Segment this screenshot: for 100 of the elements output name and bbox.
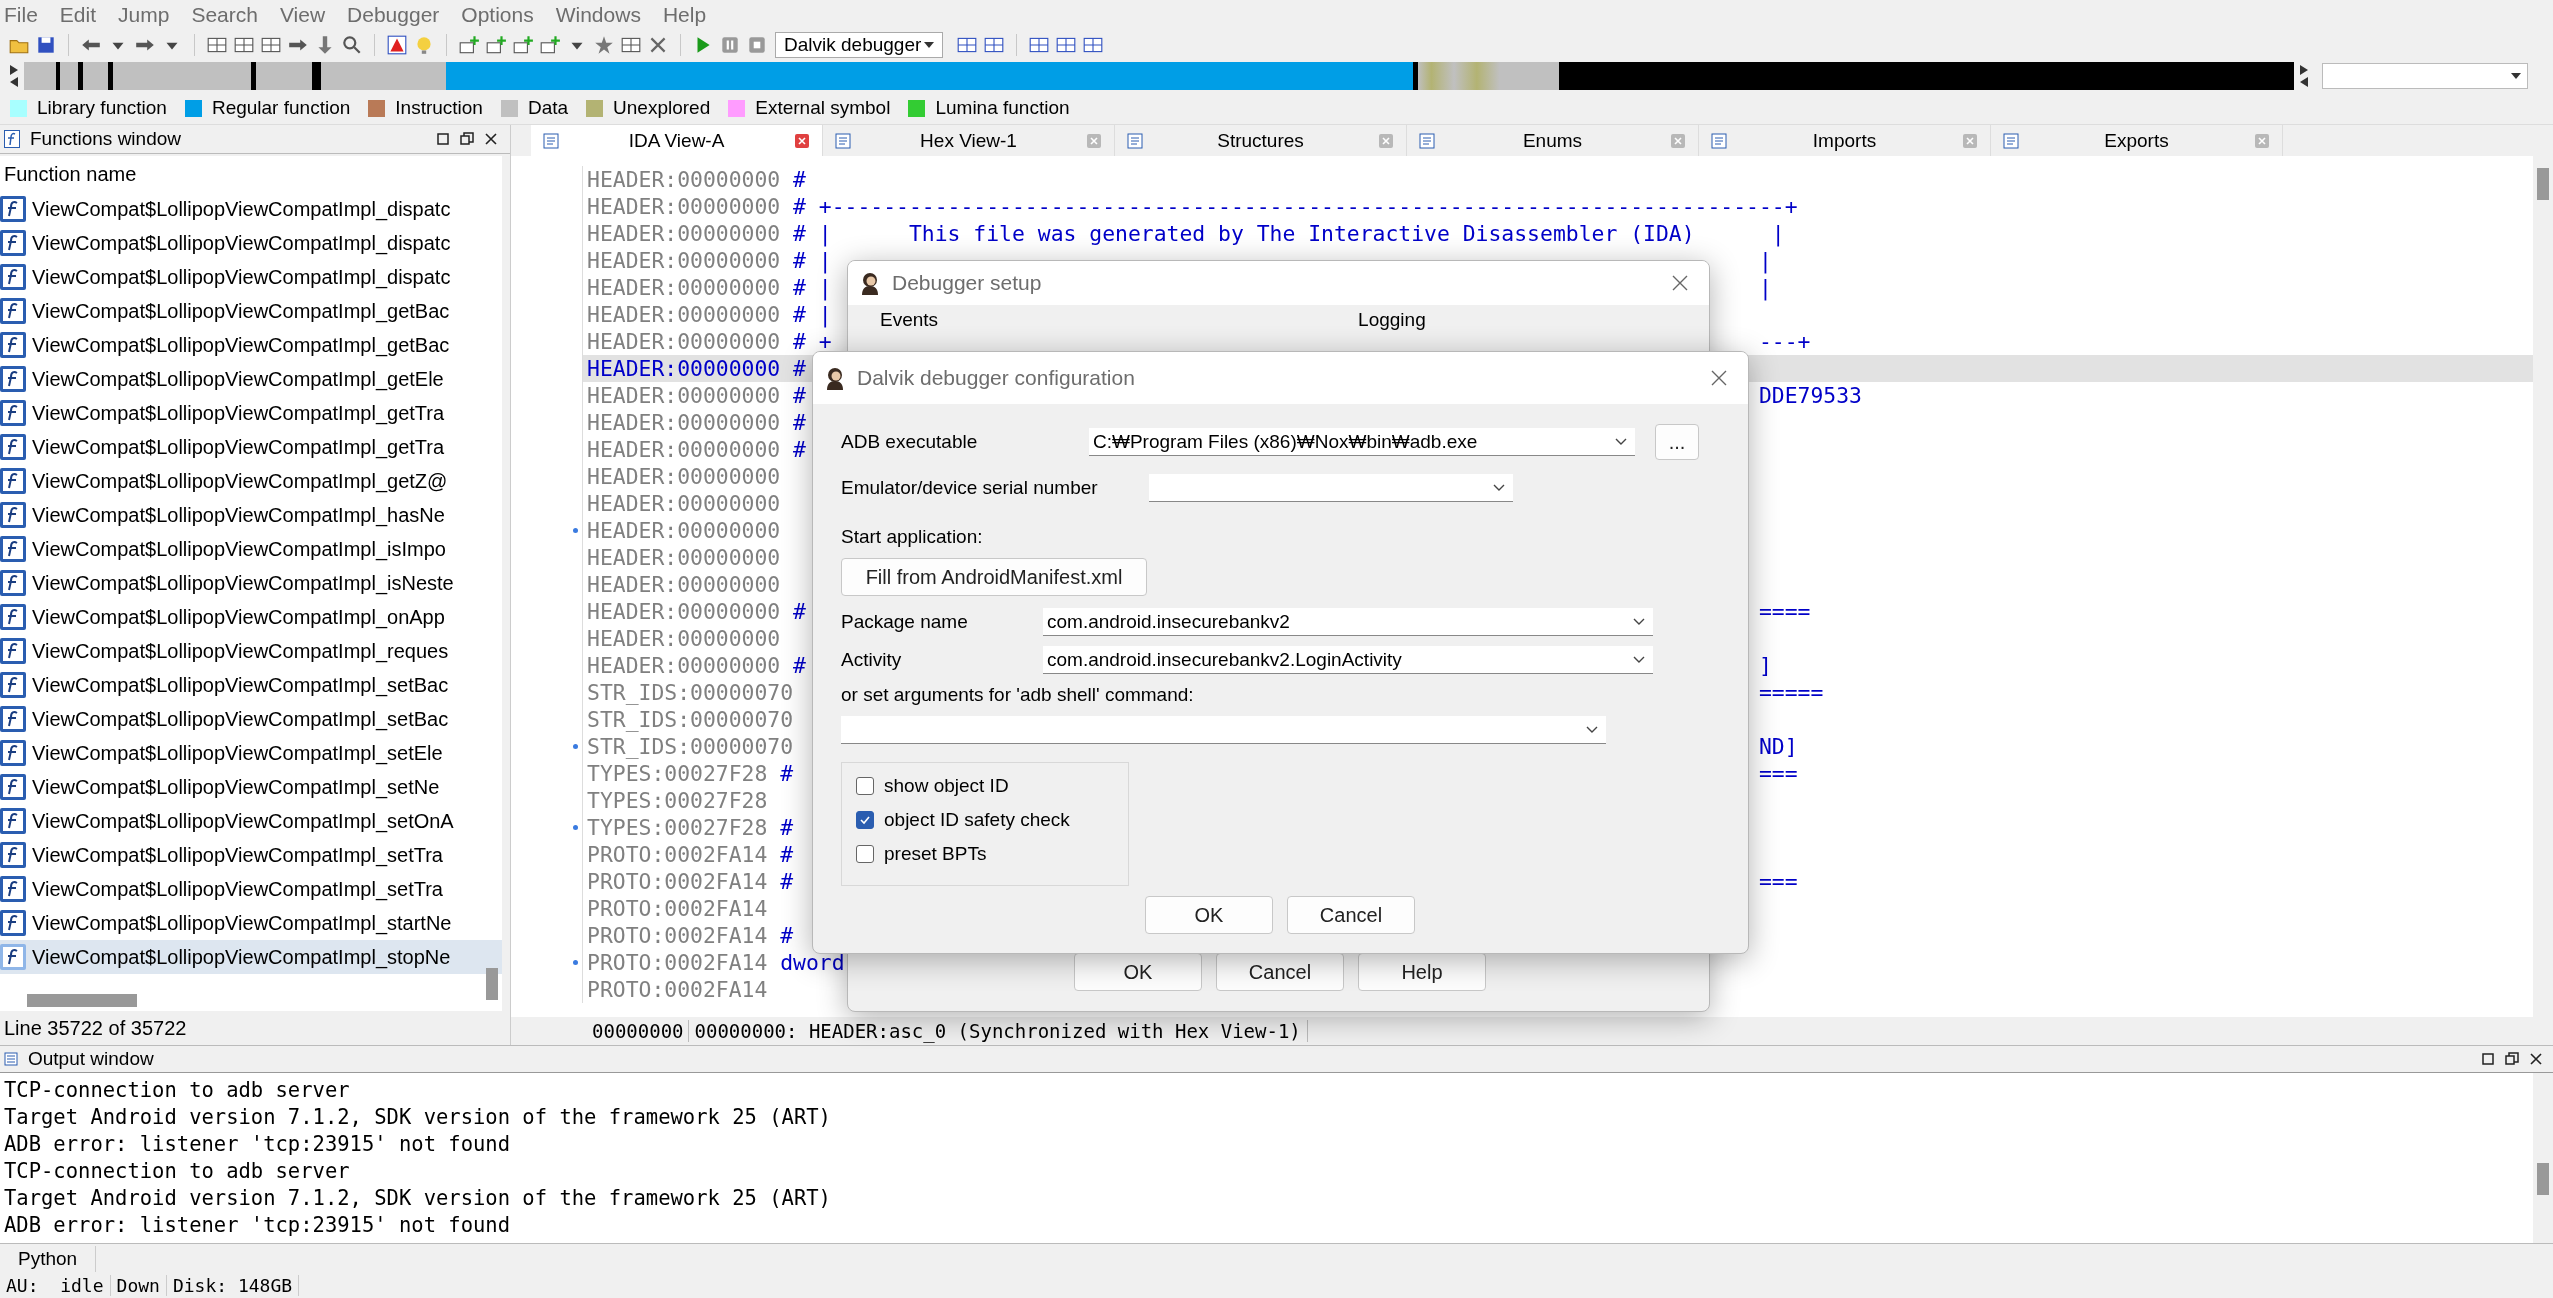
maximize-icon[interactable] [436,132,450,146]
address-text[interactable]: HEADER:00000000 [587,221,781,246]
activity-dropdown[interactable]: com.android.insecurebankv2.LoginActivity [1043,646,1653,674]
serial-dropdown[interactable] [1149,474,1513,502]
function-row[interactable]: ViewCompat$LollipopViewCompatImpl_setTra [0,872,502,906]
menu-item[interactable]: Edit [59,3,97,27]
address-text[interactable]: HEADER:00000000 [587,572,781,597]
debugger-dropdown[interactable]: Dalvik debugger [775,32,943,58]
scroll-arrows-icon[interactable] [8,63,20,89]
address-text[interactable]: TYPES:00027F28 [587,788,768,813]
address-text[interactable]: TYPES:00027F28 [587,761,768,786]
dialog-button[interactable]: OK [1074,953,1202,991]
dialog-button[interactable]: Cancel [1216,953,1344,991]
maximize-icon[interactable] [2481,1052,2495,1066]
stop-icon[interactable] [746,34,768,56]
column-header[interactable]: Function name [0,156,502,192]
address-text[interactable]: HEADER:00000000 [587,275,781,300]
address-text[interactable]: HEADER:00000000 [587,626,781,651]
function-row[interactable]: ViewCompat$LollipopViewCompatImpl_dispatc [0,226,502,260]
dialog-button[interactable]: Cancel [1287,896,1415,934]
menu-item[interactable]: Windows [555,3,641,27]
menu-item[interactable]: Options [461,3,534,27]
menu-item[interactable]: Jump [118,3,170,27]
address-text[interactable]: HEADER:00000000 [587,518,781,543]
address-text[interactable]: PROTO:0002FA14 [587,923,768,948]
function-row[interactable]: ViewCompat$LollipopViewCompatImpl_stopNe [0,940,502,974]
address-text[interactable]: STR_IDS:00000070 [587,734,794,759]
menu-item[interactable]: Debugger [347,3,440,27]
function-row[interactable]: ViewCompat$LollipopViewCompatImpl_hasNe [0,498,502,532]
checkbox[interactable] [856,777,874,795]
function-row[interactable]: ViewCompat$LollipopViewCompatImpl_setTra [0,838,502,872]
function-row[interactable]: ViewCompat$LollipopViewCompatImpl_onApp [0,600,502,634]
address-text[interactable]: TYPES:00027F28 [587,815,768,840]
address-text[interactable]: HEADER:00000000 [587,383,781,408]
adb-path-dropdown[interactable]: C:₩Program Files (x86)₩Nox₩bin₩adb.exe [1089,428,1635,456]
function-row[interactable]: ViewCompat$LollipopViewCompatImpl_setBac [0,668,502,702]
pause-icon[interactable] [719,34,741,56]
view-tab[interactable]: IDA View-A [531,125,823,156]
address-text[interactable]: HEADER:00000000 [587,356,781,381]
function-row[interactable]: ViewCompat$LollipopViewCompatImpl_startNe [0,906,502,940]
function-row[interactable]: ViewCompat$LollipopViewCompatImpl_isImpo [0,532,502,566]
address-text[interactable]: HEADER:00000000 [587,599,781,624]
scrollbar-thumb[interactable] [27,994,137,1007]
restore-icon[interactable] [460,132,474,146]
menu-item[interactable]: File [4,3,38,27]
address-text[interactable]: PROTO:0002FA14 [587,950,768,975]
menu-item[interactable]: View [279,3,326,27]
address-text[interactable]: HEADER:00000000 [587,248,781,273]
function-row[interactable]: ViewCompat$LollipopViewCompatImpl_setEle [0,736,502,770]
function-row[interactable]: ViewCompat$LollipopViewCompatImpl_setBac [0,702,502,736]
add-icon[interactable] [539,34,561,56]
address-text[interactable]: PROTO:0002FA14 [587,977,768,1002]
function-row[interactable]: ViewCompat$LollipopViewCompatImpl_getTra [0,430,502,464]
function-row[interactable]: ViewCompat$LollipopViewCompatImpl_getTra [0,396,502,430]
package-dropdown[interactable]: com.android.insecurebankv2 [1043,608,1653,636]
address-text[interactable]: HEADER:00000000 [587,464,781,489]
checkbox[interactable] [856,811,874,829]
address-text[interactable]: PROTO:0002FA14 [587,896,768,921]
address-text[interactable]: HEADER:00000000 [587,302,781,327]
warning-icon[interactable] [386,34,408,56]
scrollbar-thumb[interactable] [2537,168,2549,200]
function-row[interactable]: ViewCompat$LollipopViewCompatImpl_getEle [0,362,502,396]
close-icon[interactable] [484,132,498,146]
menu-item[interactable]: Search [191,3,258,27]
checkbox[interactable] [856,845,874,863]
fill-button[interactable]: Fill from AndroidManifest.xml [841,558,1147,596]
arguments-dropdown[interactable] [841,716,1606,744]
address-text[interactable]: STR_IDS:00000070 [587,707,794,732]
address-text[interactable]: HEADER:00000000 [587,437,781,462]
function-row[interactable]: ViewCompat$LollipopViewCompatImpl_dispatc [0,260,502,294]
address-text[interactable]: STR_IDS:00000070 [587,680,794,705]
address-text[interactable]: HEADER:00000000 [587,410,781,435]
scrollbar-thumb[interactable] [2537,1163,2549,1195]
address-text[interactable]: HEADER:00000000 [587,545,781,570]
function-row[interactable]: ViewCompat$LollipopViewCompatImpl_getBac [0,328,502,362]
menu-item[interactable]: Help [662,3,707,27]
scroll-arrows-icon[interactable] [2298,63,2310,89]
address-text[interactable]: HEADER:00000000 [587,491,781,516]
dialog-button[interactable]: OK [1145,896,1273,934]
address-text[interactable]: PROTO:0002FA14 [587,869,768,894]
restore-icon[interactable] [2505,1052,2519,1066]
search-icon[interactable] [341,34,363,56]
function-row[interactable]: ViewCompat$LollipopViewCompatImpl_getBac [0,294,502,328]
function-row[interactable]: ViewCompat$LollipopViewCompatImpl_setOnA [0,804,502,838]
add-icon[interactable] [512,34,534,56]
function-row[interactable]: ViewCompat$LollipopViewCompatImpl_reques [0,634,502,668]
add-icon[interactable] [458,34,480,56]
function-row[interactable]: ViewCompat$LollipopViewCompatImpl_getZ@ [0,464,502,498]
address-text[interactable]: HEADER:00000000 [587,653,781,678]
scrollbar-thumb[interactable] [486,968,498,1000]
address-text[interactable]: HEADER:00000000 [587,167,781,192]
function-row[interactable]: ViewCompat$LollipopViewCompatImpl_isNeste [0,566,502,600]
address-text[interactable]: HEADER:00000000 [587,329,781,354]
dialog-button[interactable]: Help [1358,953,1486,991]
navigation-band-drawing[interactable] [24,62,2294,90]
browse-button[interactable]: ... [1655,424,1699,460]
address-text[interactable]: HEADER:00000000 [587,194,781,219]
function-row[interactable]: ViewCompat$LollipopViewCompatImpl_setNe [0,770,502,804]
function-row[interactable]: ViewCompat$LollipopViewCompatImpl_dispatc [0,192,502,226]
address-text[interactable]: PROTO:0002FA14 [587,842,768,867]
